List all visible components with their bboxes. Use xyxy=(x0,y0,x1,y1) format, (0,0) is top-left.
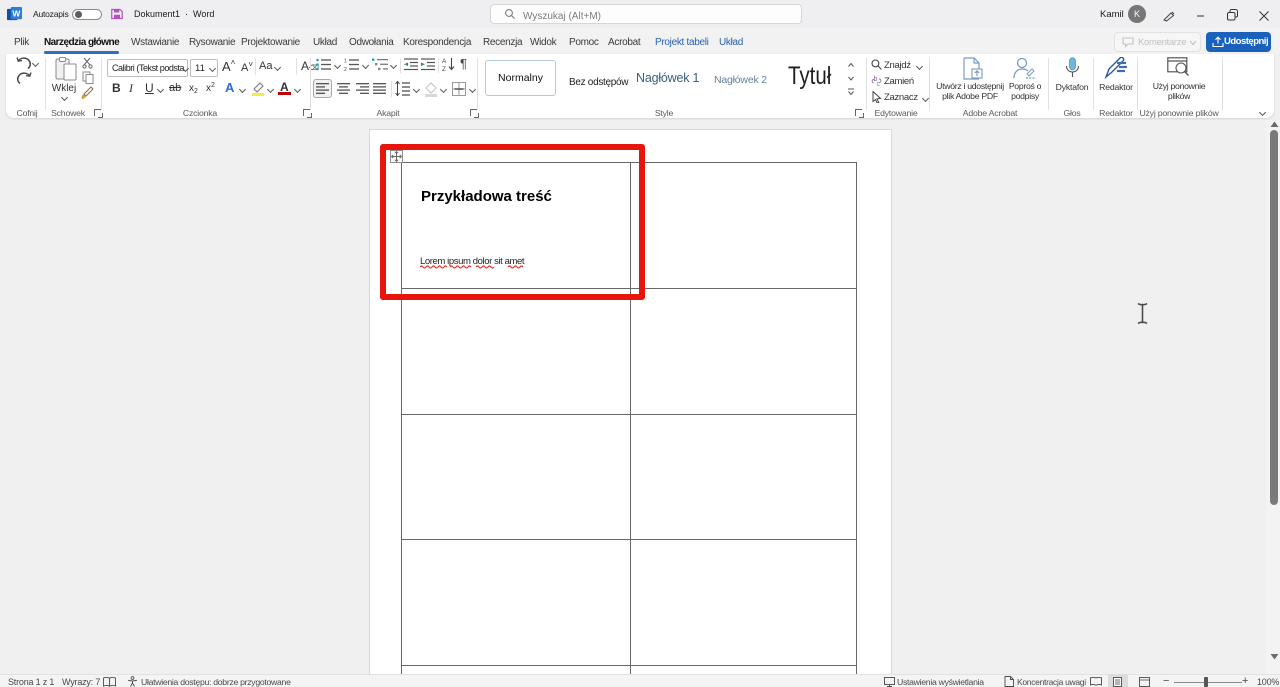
svg-text:1: 1 xyxy=(344,59,347,65)
svg-text:W: W xyxy=(12,8,20,18)
svg-text:Z: Z xyxy=(442,66,446,72)
svg-text:A: A xyxy=(442,58,447,65)
svg-text:2: 2 xyxy=(344,67,347,71)
